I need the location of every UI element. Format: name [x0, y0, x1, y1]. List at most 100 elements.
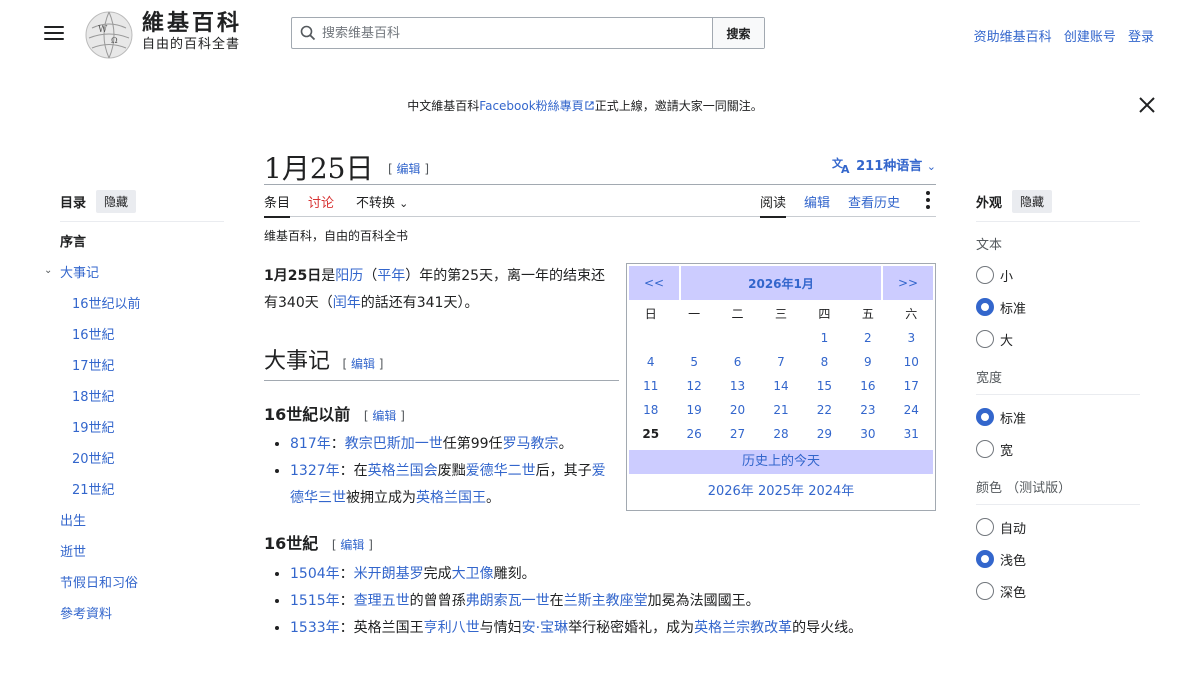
- calendar-prev-button[interactable]: <<: [629, 266, 679, 300]
- calendar-day[interactable]: 4: [629, 350, 672, 374]
- calendar-day[interactable]: 29: [803, 422, 846, 446]
- calendar-day[interactable]: 25: [629, 422, 672, 446]
- calendar-day[interactable]: 22: [803, 398, 846, 422]
- link-common-year[interactable]: 平年: [377, 268, 405, 284]
- event-link[interactable]: 罗马教宗: [503, 436, 559, 452]
- tab-article[interactable]: 条目: [264, 192, 291, 218]
- calendar-day[interactable]: 12: [672, 374, 715, 398]
- calendar-day[interactable]: 8: [803, 350, 846, 374]
- calendar-day[interactable]: 31: [890, 422, 933, 446]
- calendar-day[interactable]: 30: [846, 422, 889, 446]
- toc-item[interactable]: ⌄ 大事记: [44, 265, 224, 296]
- calendar-day[interactable]: 15: [803, 374, 846, 398]
- event-link[interactable]: 教宗巴斯加一世: [345, 436, 443, 452]
- year-link[interactable]: 2025年: [758, 484, 804, 499]
- calendar-day[interactable]: 16: [846, 374, 889, 398]
- calendar-day[interactable]: 3: [890, 326, 933, 350]
- event-link[interactable]: 英格兰国会: [368, 463, 438, 479]
- event-link[interactable]: 亨利八世: [424, 620, 480, 636]
- calendar-day[interactable]: 7: [759, 350, 802, 374]
- calendar-day[interactable]: 28: [759, 422, 802, 446]
- login-link[interactable]: 登录: [1128, 30, 1154, 45]
- language-button[interactable]: 文A 211种语言 ⌄: [832, 155, 936, 176]
- calendar-day[interactable]: 5: [672, 350, 715, 374]
- radio-option[interactable]: 自动: [976, 511, 1140, 543]
- tab-variant[interactable]: 不转换 ⌄: [356, 192, 408, 211]
- radio-option[interactable]: 小: [976, 259, 1140, 291]
- calendar-day[interactable]: 26: [672, 422, 715, 446]
- radio-option[interactable]: 宽: [976, 433, 1140, 465]
- tab-read[interactable]: 阅读: [760, 192, 787, 218]
- calendar-day[interactable]: 10: [890, 350, 933, 374]
- notice-link[interactable]: Facebook粉絲專頁: [479, 99, 583, 113]
- donate-link[interactable]: 资助维基百科: [974, 30, 1052, 45]
- toc-item[interactable]: 逝世: [60, 544, 224, 575]
- toc-item[interactable]: 17世紀: [60, 358, 224, 389]
- event-link[interactable]: 兰斯主教座堂: [564, 593, 648, 609]
- toc-item[interactable]: 19世紀: [60, 420, 224, 451]
- radio-selected-icon[interactable]: [976, 298, 994, 316]
- calendar-day[interactable]: 1: [803, 326, 846, 350]
- calendar-day[interactable]: 27: [716, 422, 759, 446]
- toc-item[interactable]: 18世紀: [60, 389, 224, 420]
- year-link[interactable]: 2024年: [808, 484, 854, 499]
- calendar-day[interactable]: 18: [629, 398, 672, 422]
- link-leap-year[interactable]: 闰年: [333, 295, 361, 311]
- toc-item[interactable]: 參考資料: [60, 606, 224, 637]
- site-wordmark[interactable]: 維基百科 自由的百科全書: [142, 10, 242, 54]
- radio-option[interactable]: 大: [976, 323, 1140, 355]
- year-link[interactable]: 1533年: [290, 620, 340, 636]
- calendar-day[interactable]: 9: [846, 350, 889, 374]
- toc-item[interactable]: 序言: [60, 234, 224, 265]
- toc-item[interactable]: 20世紀: [60, 451, 224, 482]
- year-link[interactable]: 1327年: [290, 463, 340, 479]
- more-options-icon[interactable]: [926, 191, 930, 209]
- subsection-edit-link[interactable]: 编辑: [340, 538, 364, 552]
- calendar-next-button[interactable]: >>: [883, 266, 933, 300]
- appearance-hide-button[interactable]: 隐藏: [1012, 190, 1053, 213]
- calendar-day[interactable]: 11: [629, 374, 672, 398]
- event-link[interactable]: 英格兰国王: [416, 490, 486, 506]
- toc-item[interactable]: 出生: [60, 513, 224, 544]
- radio-selected-icon[interactable]: [976, 408, 994, 426]
- radio-option[interactable]: 深色: [976, 575, 1140, 607]
- radio-option[interactable]: 标准: [976, 401, 1140, 433]
- radio-option[interactable]: 标准: [976, 291, 1140, 323]
- search-input[interactable]: [322, 25, 682, 41]
- event-link[interactable]: 安·宝琳: [522, 620, 568, 636]
- year-link[interactable]: 1504年: [290, 566, 340, 582]
- radio-selected-icon[interactable]: [976, 550, 994, 568]
- calendar-day[interactable]: 24: [890, 398, 933, 422]
- calendar-day[interactable]: 2: [846, 326, 889, 350]
- radio-option[interactable]: 浅色: [976, 543, 1140, 575]
- radio-unselected-icon[interactable]: [976, 440, 994, 458]
- event-link[interactable]: 爱德华二世: [466, 463, 536, 479]
- calendar-month[interactable]: 2026年1月: [681, 266, 881, 300]
- radio-unselected-icon[interactable]: [976, 582, 994, 600]
- radio-unselected-icon[interactable]: [976, 266, 994, 284]
- year-link[interactable]: 817年: [290, 436, 331, 452]
- event-link[interactable]: 弗朗索瓦一世: [466, 593, 550, 609]
- calendar-day[interactable]: 14: [759, 374, 802, 398]
- section-edit-link[interactable]: 编辑: [351, 357, 375, 371]
- main-menu-button[interactable]: [44, 24, 64, 42]
- wikipedia-globe-logo[interactable]: W Ω: [84, 10, 134, 60]
- toc-item[interactable]: 16世紀: [60, 327, 224, 358]
- title-edit-link[interactable]: 编辑: [397, 162, 421, 176]
- toc-item[interactable]: 16世纪以前: [60, 296, 224, 327]
- tab-edit[interactable]: 编辑: [804, 192, 830, 211]
- radio-unselected-icon[interactable]: [976, 518, 994, 536]
- create-account-link[interactable]: 创建账号: [1064, 30, 1116, 45]
- chevron-down-icon[interactable]: ⌄: [44, 262, 52, 280]
- event-link[interactable]: 查理五世: [354, 593, 410, 609]
- radio-unselected-icon[interactable]: [976, 330, 994, 348]
- event-link[interactable]: 米开朗基罗: [354, 566, 424, 582]
- on-this-day-link[interactable]: 历史上的今天: [629, 450, 933, 474]
- tab-history[interactable]: 查看历史: [848, 192, 900, 211]
- search-button[interactable]: 搜索: [712, 18, 764, 48]
- calendar-day[interactable]: 6: [716, 350, 759, 374]
- toc-item[interactable]: 节假日和习俗: [60, 575, 224, 606]
- calendar-day[interactable]: 23: [846, 398, 889, 422]
- close-icon[interactable]: [1136, 94, 1158, 116]
- toc-item[interactable]: 21世紀: [60, 482, 224, 513]
